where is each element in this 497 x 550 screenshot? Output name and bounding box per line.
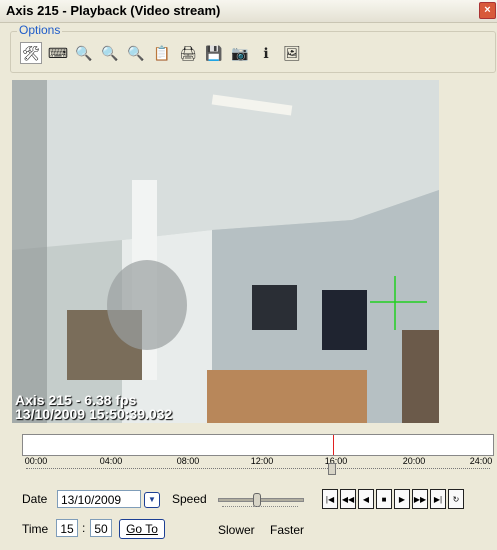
speed-ticks — [222, 506, 298, 507]
image-icon[interactable]: 🖼 — [282, 43, 302, 63]
fps-label: Axis 215 - 6.38 fps — [15, 392, 137, 408]
zoom-out-icon[interactable]: 🔍 — [74, 43, 94, 63]
stop-button[interactable]: ■ — [376, 489, 392, 509]
video-stream[interactable]: Axis 215 - 6.38 fps 13/10/2009 15:50:39.… — [12, 80, 439, 423]
timeline-label: 12:00 — [250, 456, 274, 466]
goto-button[interactable]: Go To — [119, 519, 165, 539]
time-separator: : — [82, 521, 86, 535]
options-legend: Options — [17, 23, 63, 37]
options-group: Options 🛠 ⌨ 🔍 🔍 🔍 📋 🖨 💾 📷 ℹ 🖼 — [10, 23, 496, 73]
step-back-button[interactable]: ◀ — [358, 489, 374, 509]
tools-icon[interactable]: 🛠 — [20, 42, 42, 64]
skip-to-start-button[interactable]: |◀ — [322, 489, 338, 509]
video-frame — [12, 80, 439, 423]
zoom-in-icon[interactable]: 🔍 — [126, 43, 146, 63]
speed-slider-knob[interactable] — [253, 493, 261, 507]
faster-label: Faster — [270, 523, 305, 537]
timeline-position-marker[interactable] — [333, 435, 334, 455]
playback-controls: |◀ ◀◀ ◀ ■ ▶ ▶▶ ▶| ↻ — [322, 489, 464, 509]
play-button[interactable]: ▶ — [394, 489, 410, 509]
date-label: Date — [22, 492, 48, 506]
date-field[interactable]: 13/10/2009 — [57, 490, 141, 508]
keyboard-icon[interactable]: ⌨ — [48, 43, 68, 63]
speed-slider[interactable] — [218, 493, 304, 507]
timeline-label: 20:00 — [402, 456, 426, 466]
toolbar: 🛠 ⌨ 🔍 🔍 🔍 📋 🖨 💾 📷 ℹ 🖼 — [20, 42, 302, 64]
print-icon[interactable]: 🖨 — [178, 43, 198, 63]
copy-icon[interactable]: 📋 — [152, 43, 172, 63]
speed-label: Speed — [172, 492, 207, 506]
time-minute-field[interactable]: 50 — [90, 519, 112, 537]
timeline-label: 08:00 — [176, 456, 200, 466]
timestamp-label: 13/10/2009 15:50:39.032 — [15, 406, 173, 422]
date-dropdown-button[interactable]: ▼ — [144, 492, 160, 508]
fast-forward-button[interactable]: ▶▶ — [412, 489, 428, 509]
camera-icon[interactable]: 📷 — [230, 43, 250, 63]
timeline-bar[interactable] — [22, 434, 494, 456]
loop-button[interactable]: ↻ — [448, 489, 464, 509]
timeline-label: 24:00 — [469, 456, 493, 466]
zoom-icon[interactable]: 🔍 — [100, 43, 120, 63]
timeline-scroll-thumb[interactable] — [328, 463, 336, 475]
time-label: Time — [22, 522, 49, 536]
window-title: Axis 215 - Playback (Video stream) — [6, 3, 221, 18]
timeline-label: 00:00 — [24, 456, 48, 466]
window-titlebar: Axis 215 - Playback (Video stream) × — [0, 0, 497, 23]
video-overlay-text: Axis 215 - 6.38 fps 13/10/2009 15:50:39.… — [15, 393, 172, 421]
slower-label: Slower — [218, 523, 255, 537]
info-icon[interactable]: ℹ — [256, 43, 276, 63]
timeline-label: 04:00 — [99, 456, 123, 466]
rewind-button[interactable]: ◀◀ — [340, 489, 356, 509]
skip-to-end-button[interactable]: ▶| — [430, 489, 446, 509]
close-button[interactable]: × — [479, 2, 496, 19]
timeline-scroller[interactable] — [26, 463, 490, 477]
save-icon[interactable]: 💾 — [204, 43, 224, 63]
time-hour-field[interactable]: 15 — [56, 519, 78, 537]
video-side-panel — [440, 80, 497, 423]
